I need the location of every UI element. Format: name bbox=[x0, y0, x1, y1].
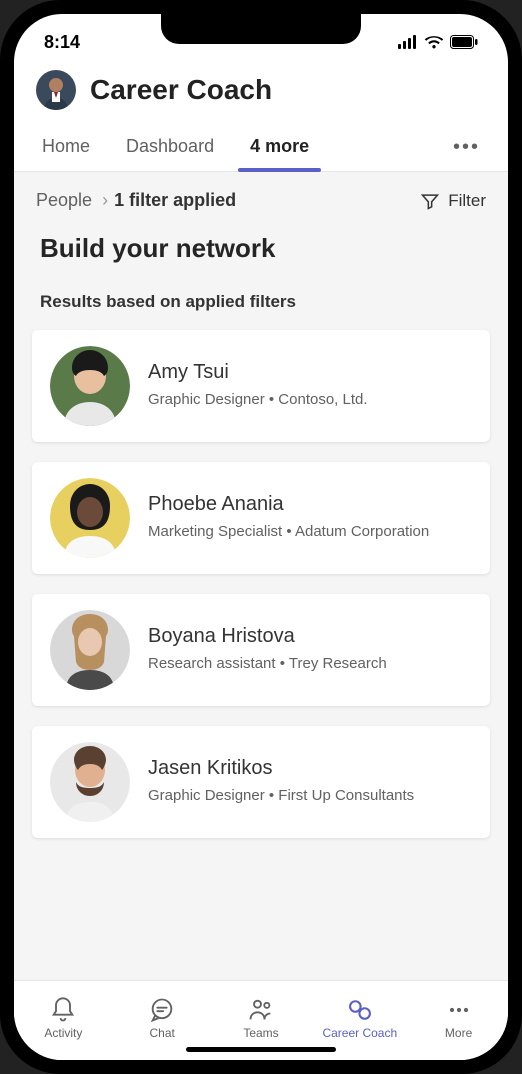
person-info: Jasen Kritikos Graphic Designer • First … bbox=[148, 757, 472, 806]
wifi-icon bbox=[424, 35, 444, 49]
person-card[interactable]: Boyana Hristova Research assistant • Tre… bbox=[32, 594, 490, 706]
career-coach-icon bbox=[346, 996, 374, 1024]
status-indicators bbox=[398, 35, 478, 49]
people-list: Amy Tsui Graphic Designer • Contoso, Ltd… bbox=[14, 330, 508, 838]
chat-icon bbox=[148, 996, 176, 1024]
person-name: Phoebe Anania bbox=[148, 493, 472, 516]
nav-label: Activity bbox=[44, 1026, 82, 1040]
nav-label: Career Coach bbox=[322, 1026, 397, 1040]
nav-more[interactable]: More bbox=[409, 996, 508, 1040]
breadcrumb-active: 1 filter applied bbox=[114, 190, 236, 211]
results-heading: Results based on applied filters bbox=[14, 282, 508, 330]
person-avatar bbox=[50, 346, 130, 426]
tab-home[interactable]: Home bbox=[24, 124, 108, 171]
screen: 8:14 Career Coach Home Dashboard bbox=[14, 14, 508, 1060]
status-time: 8:14 bbox=[44, 32, 80, 53]
person-role: Graphic Designer • First Up Consultants bbox=[148, 786, 472, 806]
tab-overflow-icon[interactable]: ••• bbox=[435, 124, 498, 171]
person-info: Boyana Hristova Research assistant • Tre… bbox=[148, 625, 472, 674]
person-name: Jasen Kritikos bbox=[148, 757, 472, 780]
nav-chat[interactable]: Chat bbox=[113, 996, 212, 1040]
phone-notch bbox=[161, 14, 361, 44]
tab-4-more[interactable]: 4 more bbox=[232, 124, 327, 171]
person-avatar bbox=[50, 610, 130, 690]
person-info: Amy Tsui Graphic Designer • Contoso, Ltd… bbox=[148, 361, 472, 410]
person-info: Phoebe Anania Marketing Specialist • Ada… bbox=[148, 493, 472, 542]
filter-button[interactable]: Filter bbox=[420, 191, 486, 211]
breadcrumb-row: People › 1 filter applied Filter bbox=[14, 172, 508, 225]
person-name: Amy Tsui bbox=[148, 361, 472, 384]
tab-dashboard[interactable]: Dashboard bbox=[108, 124, 232, 171]
nav-label: More bbox=[445, 1026, 472, 1040]
app-title: Career Coach bbox=[90, 74, 272, 106]
app-header: Career Coach bbox=[14, 60, 508, 124]
nav-label: Chat bbox=[150, 1026, 175, 1040]
bell-icon bbox=[49, 996, 77, 1024]
page-title: Build your network bbox=[14, 225, 508, 282]
chevron-right-icon: › bbox=[102, 190, 108, 211]
person-card[interactable]: Amy Tsui Graphic Designer • Contoso, Ltd… bbox=[32, 330, 490, 442]
person-role: Research assistant • Trey Research bbox=[148, 654, 472, 674]
person-avatar bbox=[50, 478, 130, 558]
home-indicator[interactable] bbox=[186, 1047, 336, 1052]
content-area: People › 1 filter applied Filter Build y… bbox=[14, 172, 508, 980]
person-card[interactable]: Phoebe Anania Marketing Specialist • Ada… bbox=[32, 462, 490, 574]
tab-bar: Home Dashboard 4 more ••• bbox=[14, 124, 508, 172]
funnel-icon bbox=[420, 191, 440, 211]
person-role: Graphic Designer • Contoso, Ltd. bbox=[148, 390, 472, 410]
cellular-icon bbox=[398, 35, 418, 49]
filter-label: Filter bbox=[448, 191, 486, 211]
teams-icon bbox=[247, 996, 275, 1024]
user-avatar[interactable] bbox=[36, 70, 76, 110]
more-icon bbox=[445, 996, 473, 1024]
person-name: Boyana Hristova bbox=[148, 625, 472, 648]
nav-label: Teams bbox=[243, 1026, 278, 1040]
phone-frame: 8:14 Career Coach Home Dashboard bbox=[0, 0, 522, 1074]
breadcrumb-root[interactable]: People bbox=[36, 190, 92, 211]
nav-activity[interactable]: Activity bbox=[14, 996, 113, 1040]
nav-career-coach[interactable]: Career Coach bbox=[310, 996, 409, 1040]
person-avatar bbox=[50, 742, 130, 822]
battery-icon bbox=[450, 35, 478, 49]
nav-teams[interactable]: Teams bbox=[212, 996, 311, 1040]
person-role: Marketing Specialist • Adatum Corporatio… bbox=[148, 522, 472, 542]
person-card[interactable]: Jasen Kritikos Graphic Designer • First … bbox=[32, 726, 490, 838]
